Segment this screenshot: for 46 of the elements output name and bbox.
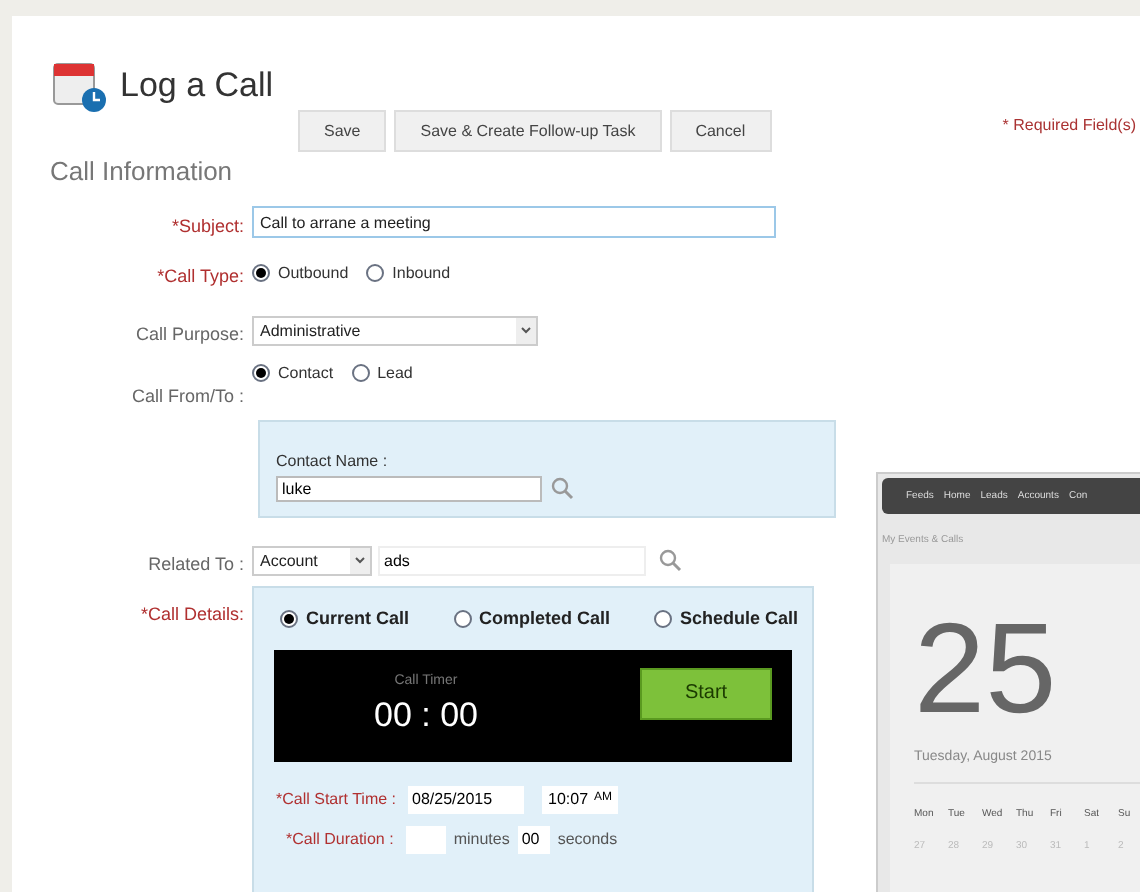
radio-button[interactable]: [252, 363, 270, 382]
radio-label: Contact: [278, 363, 334, 383]
related-to-field[interactable]: ads: [378, 545, 646, 576]
radio-button[interactable]: [252, 264, 270, 283]
field-label: Call From/To :: [131, 385, 244, 406]
field-label: Related To :: [148, 553, 244, 574]
field-label: *Call Type:: [157, 266, 244, 287]
day-number: 25: [914, 604, 1057, 733]
radio-label: Lead: [377, 363, 413, 383]
required-note: * Required Field(s): [1002, 116, 1136, 136]
seconds-label: seconds: [557, 829, 618, 850]
radio-button[interactable]: [453, 609, 472, 628]
section-title: Call Information: [50, 156, 233, 188]
field-label: Contact Name :: [276, 451, 388, 471]
toolbar-button[interactable]: Save: [298, 110, 387, 152]
field-label: *Call Details:: [140, 603, 244, 624]
purpose-dropdown[interactable]: Administrative: [252, 316, 538, 347]
seconds-field[interactable]: 00: [517, 825, 550, 854]
radio-button[interactable]: [351, 363, 370, 382]
radio-label: Completed Call: [479, 607, 611, 630]
minutes-label: minutes: [453, 829, 510, 850]
radio-label: Outbound: [278, 263, 349, 284]
page-title: Log a Call: [120, 65, 274, 107]
related-type-dropdown[interactable]: Account: [252, 545, 372, 576]
toolbar-button[interactable]: Cancel: [669, 110, 772, 152]
radio-button[interactable]: [280, 609, 298, 628]
radio-label: Schedule Call: [680, 607, 799, 630]
caret-icon: [350, 547, 370, 574]
date-field[interactable]: 08/25/2015: [408, 785, 525, 814]
minutes-field[interactable]: [405, 825, 446, 854]
timer-display: 00 : 00: [374, 696, 478, 738]
radio-label: Inbound: [392, 263, 451, 284]
radio-button[interactable]: [366, 264, 385, 283]
subject-field[interactable]: Call to arrane a meeting: [252, 206, 776, 239]
search-icon[interactable]: [550, 476, 574, 501]
radio-label: Current Call: [306, 607, 410, 630]
field-label: Call Purpose:: [135, 324, 244, 345]
field-label: *Call Start Time :: [276, 789, 397, 810]
caret-icon: [516, 318, 536, 345]
field-label: *Subject:: [171, 215, 244, 236]
radio-button[interactable]: [654, 609, 673, 628]
search-icon[interactable]: [658, 548, 682, 573]
contact-name-field[interactable]: luke: [276, 475, 542, 502]
toolbar-button[interactable]: Save & Create Follow-up Task: [394, 110, 662, 152]
field-label: *Call Duration :: [286, 829, 394, 850]
start-button[interactable]: Start: [640, 667, 772, 720]
